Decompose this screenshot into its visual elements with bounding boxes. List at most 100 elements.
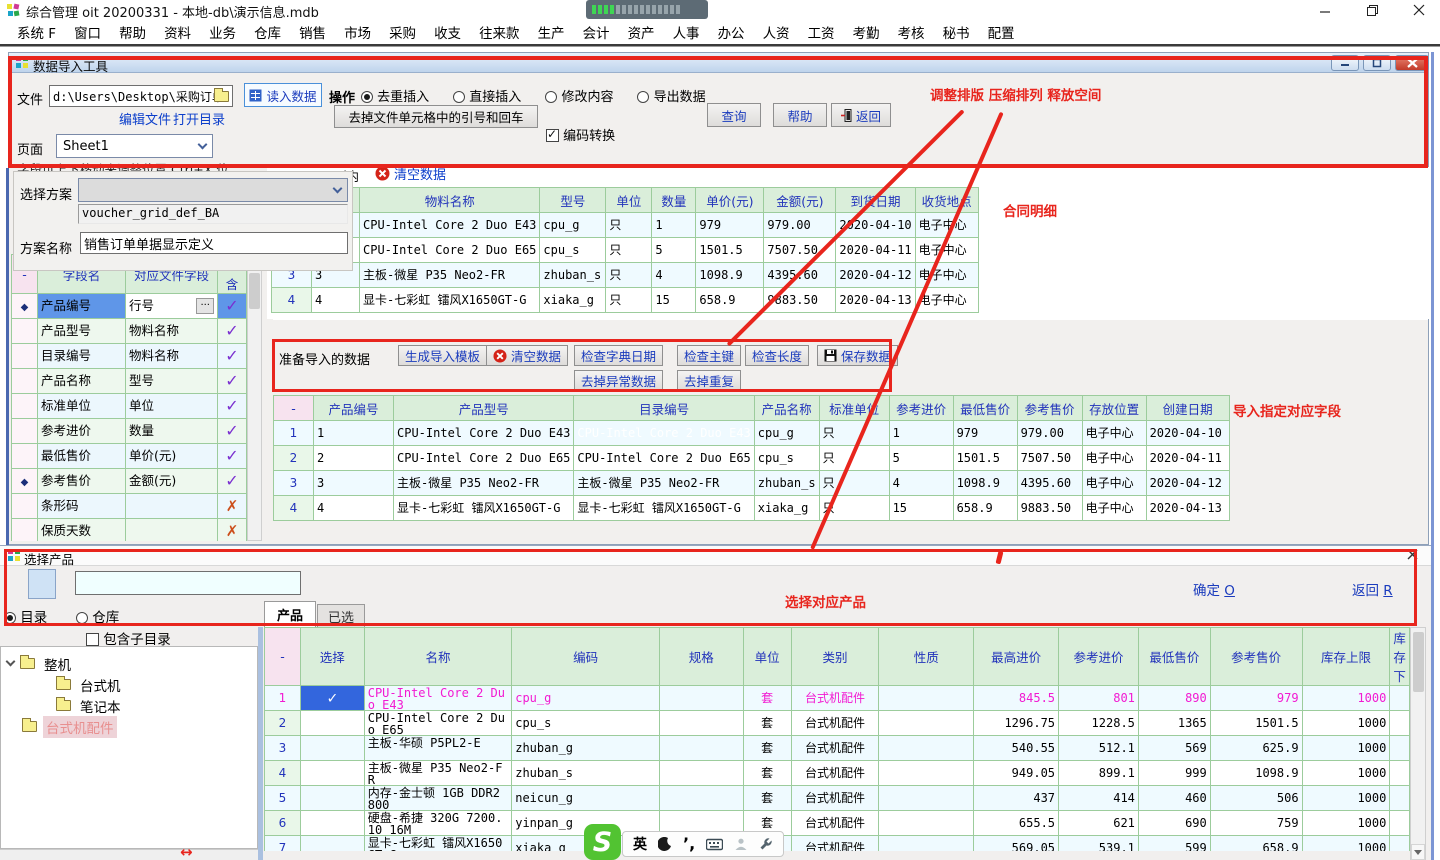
menu-item[interactable]: 市场 <box>335 20 380 44</box>
table-row[interactable]: ◆参考售价金额(元)✓ <box>12 469 247 494</box>
table-cell[interactable]: 5 <box>652 238 696 263</box>
column-header[interactable]: 选择 <box>300 628 364 686</box>
table-cell[interactable]: ✓ <box>218 444 247 469</box>
scrollbar-thumb[interactable] <box>249 273 260 309</box>
column-header[interactable]: 数量 <box>652 188 696 213</box>
table-cell[interactable]: 标准单位 <box>38 394 126 419</box>
table-cell[interactable]: 4 <box>889 471 953 496</box>
table-cell[interactable]: 569 <box>1138 736 1210 761</box>
table-cell[interactable]: 台式机配件 <box>791 811 879 836</box>
table-cell[interactable]: ✗ <box>218 494 247 519</box>
menu-item[interactable]: 窗口 <box>65 20 110 44</box>
wrench-icon[interactable] <box>759 837 773 851</box>
table-cell[interactable] <box>659 736 743 761</box>
column-header[interactable]: 参考售价 <box>1210 628 1302 686</box>
table-cell[interactable]: 569.05 <box>974 836 1059 852</box>
table-cell[interactable]: 主板-微星 P35 Neo2-FR <box>394 471 574 496</box>
table-cell[interactable]: 690 <box>1138 811 1210 836</box>
table-cell[interactable]: 电子中心 <box>1082 421 1146 446</box>
table-cell[interactable]: 主板-微星 P35 Neo2-FR <box>574 471 754 496</box>
menu-item[interactable]: 考勤 <box>844 20 889 44</box>
table-cell[interactable] <box>300 711 364 736</box>
table-cell[interactable]: 4 <box>274 496 314 521</box>
table-row[interactable]: 4主板-微星 P35 Neo2-FRzhuban_s套台式机配件949.0589… <box>265 761 1410 786</box>
table-row[interactable]: 22CPU-Intel Core 2 Duo E65cpu_s只51501.57… <box>272 238 979 263</box>
table-cell[interactable]: 621 <box>1059 811 1139 836</box>
table-cell[interactable]: 保质天数 <box>38 519 126 542</box>
table-cell[interactable]: 台式机配件 <box>791 711 879 736</box>
table-cell[interactable] <box>1390 761 1410 786</box>
table-cell[interactable]: 1000 <box>1302 786 1390 811</box>
table-cell[interactable]: 硬盘-希捷 320G 7200.10 16M <box>364 811 512 836</box>
table-cell[interactable]: 3 <box>274 471 314 496</box>
table-cell[interactable]: 890 <box>1138 686 1210 711</box>
column-header[interactable]: 最高进价 <box>974 628 1059 686</box>
table-cell[interactable]: 显卡-七彩虹 镭风X1650GT-G <box>574 496 754 521</box>
table-row[interactable]: 产品型号物料名称✓ <box>12 319 247 344</box>
table-cell[interactable] <box>12 394 38 419</box>
menu-item[interactable]: 采购 <box>380 20 425 44</box>
table-cell[interactable]: 949.05 <box>974 761 1059 786</box>
table-cell[interactable]: 2 <box>265 711 301 736</box>
table-row[interactable]: 条形码 ✗ <box>12 494 247 519</box>
table-row[interactable]: 1✓CPU-Intel Core 2 Duo E43cpu_g套台式机配件845… <box>265 686 1410 711</box>
table-cell[interactable]: 2020-04-10 <box>1146 421 1229 446</box>
table-cell[interactable]: neicun_g <box>512 786 660 811</box>
table-cell[interactable] <box>1390 736 1410 761</box>
table-cell[interactable]: 899.1 <box>1059 761 1139 786</box>
table-cell[interactable]: cpu_s <box>540 238 606 263</box>
sogou-logo-icon[interactable]: S <box>584 824 621 860</box>
table-cell[interactable]: cpu_g <box>512 686 660 711</box>
table-row[interactable]: 22CPU-Intel Core 2 Duo E65CPU-Intel Core… <box>274 446 1230 471</box>
table-cell[interactable]: CPU-Intel Core 2 Duo E43 <box>360 213 540 238</box>
table-cell[interactable]: 主板-华硕 P5PL2-E <box>364 736 512 761</box>
column-header[interactable]: 参考进价 <box>1059 628 1139 686</box>
table-cell[interactable]: 1296.75 <box>974 711 1059 736</box>
table-cell[interactable]: 台式机配件 <box>791 736 879 761</box>
column-header[interactable]: 库存上限 <box>1302 628 1390 686</box>
table-cell[interactable]: 1501.5 <box>696 238 764 263</box>
menu-item[interactable]: 资料 <box>155 20 200 44</box>
table-cell[interactable]: 参考售价 <box>38 469 126 494</box>
table-cell[interactable] <box>300 786 364 811</box>
table-cell[interactable]: 产品型号 <box>38 319 126 344</box>
table-cell[interactable] <box>879 686 974 711</box>
table-cell[interactable] <box>300 736 364 761</box>
menu-item[interactable]: 考核 <box>889 20 934 44</box>
table-cell[interactable]: 15 <box>652 288 696 313</box>
table-cell[interactable]: 台式机配件 <box>791 761 879 786</box>
column-header[interactable]: 单位 <box>606 188 652 213</box>
table-cell[interactable]: ✗ <box>218 519 247 542</box>
splitter[interactable] <box>258 627 263 860</box>
table-cell[interactable]: ✓ <box>218 294 247 319</box>
table-cell[interactable]: CPU-Intel Core 2 Duo E43 <box>574 421 754 446</box>
table-cell[interactable] <box>879 711 974 736</box>
table-cell[interactable]: 台式机配件 <box>791 786 879 811</box>
table-cell[interactable]: ✓ <box>218 319 247 344</box>
table-cell[interactable]: 套 <box>743 786 791 811</box>
minimize-button[interactable] <box>1305 0 1345 20</box>
table-cell[interactable] <box>879 736 974 761</box>
column-header[interactable]: 规格 <box>659 628 743 686</box>
table-cell[interactable]: 套 <box>743 736 791 761</box>
column-header[interactable]: 最低售价 <box>953 396 1017 421</box>
table-cell[interactable]: 条形码 <box>38 494 126 519</box>
close-button[interactable] <box>1399 0 1439 20</box>
table-cell[interactable]: 979 <box>1210 686 1302 711</box>
table-cell[interactable] <box>659 686 743 711</box>
table-cell[interactable] <box>126 519 218 542</box>
table-cell[interactable]: 物料名称 <box>126 319 218 344</box>
table-cell[interactable]: 只 <box>606 263 652 288</box>
table-cell[interactable]: 1098.9 <box>953 471 1017 496</box>
table-cell[interactable]: 460 <box>1138 786 1210 811</box>
table-cell[interactable]: 658.9 <box>953 496 1017 521</box>
table-cell[interactable]: ✓ <box>218 369 247 394</box>
table-cell[interactable]: zhuban_s <box>512 761 660 786</box>
table-cell[interactable]: 1501.5 <box>953 446 1017 471</box>
table-cell[interactable] <box>12 444 38 469</box>
table-cell[interactable]: 产品名称 <box>38 369 126 394</box>
table-cell[interactable]: 506 <box>1210 786 1302 811</box>
table-cell[interactable]: cpu_s <box>512 711 660 736</box>
table-cell[interactable]: ✓ <box>218 419 247 444</box>
table-cell[interactable]: 2020-04-12 <box>836 263 915 288</box>
